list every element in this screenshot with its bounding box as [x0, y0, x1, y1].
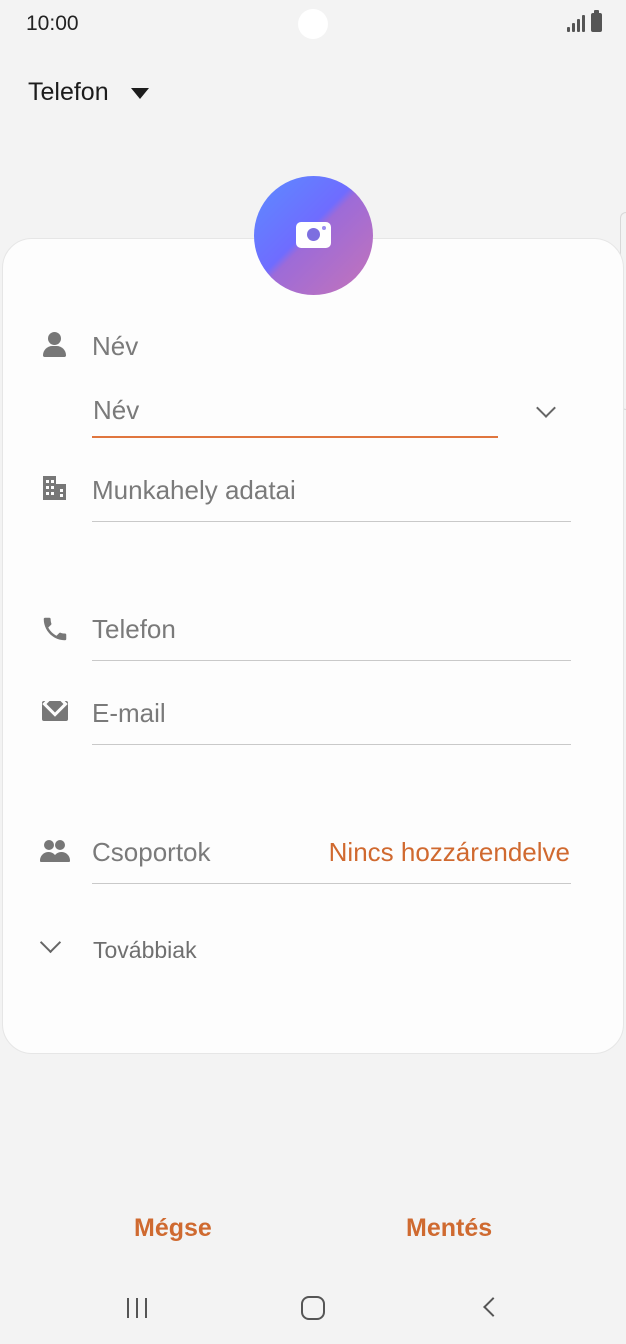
workplace-field[interactable]: Munkahely adatai [92, 475, 296, 506]
more-fields-button[interactable]: Továbbiak [93, 937, 197, 964]
account-label: Telefon [28, 78, 109, 106]
status-icons [567, 10, 602, 32]
add-photo-button[interactable] [254, 176, 373, 295]
phone-underline [92, 660, 571, 661]
name-input[interactable]: Név [93, 395, 139, 426]
group-icon [40, 836, 70, 866]
recents-icon[interactable] [127, 1298, 147, 1318]
building-icon [40, 474, 70, 504]
email-field[interactable]: E-mail [92, 698, 166, 729]
back-icon[interactable] [483, 1297, 503, 1317]
status-time: 10:00 [26, 12, 79, 35]
groups-underline [92, 883, 571, 884]
groups-value[interactable]: Nincs hozzárendelve [329, 837, 570, 868]
navigation-bar [0, 1280, 626, 1344]
groups-label[interactable]: Csoportok [92, 837, 211, 868]
workplace-underline [92, 521, 571, 522]
name-section-label: Név [92, 331, 139, 361]
person-icon [40, 330, 70, 360]
home-icon[interactable] [301, 1296, 325, 1320]
mail-icon [40, 696, 70, 726]
save-button[interactable]: Mentés [406, 1214, 492, 1243]
cancel-button[interactable]: Mégse [134, 1214, 212, 1243]
caret-down-icon [130, 88, 149, 99]
email-underline [92, 744, 571, 745]
signal-icon [567, 14, 585, 32]
name-input-underline [92, 436, 498, 438]
phone-icon [43, 617, 67, 641]
battery-icon [591, 10, 602, 32]
camera-cutout [298, 9, 328, 39]
camera-icon [296, 222, 331, 248]
account-selector[interactable]: Telefon [28, 78, 149, 107]
phone-field[interactable]: Telefon [92, 614, 176, 645]
status-bar: 10:00 [0, 0, 626, 48]
